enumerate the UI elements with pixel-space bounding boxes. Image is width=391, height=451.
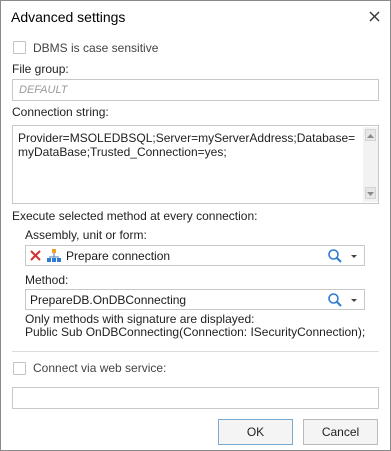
web-service-input[interactable] (12, 387, 379, 409)
red-x-icon (30, 250, 41, 261)
scroll-down-icon (367, 192, 374, 196)
assembly-search-button[interactable] (327, 248, 343, 264)
dialog-title: Advanced settings (11, 9, 126, 25)
unit-icon (46, 248, 62, 264)
search-icon (328, 293, 342, 307)
clear-assembly-button[interactable] (29, 249, 43, 263)
cancel-button[interactable]: Cancel (303, 419, 378, 445)
file-group-input[interactable]: DEFAULT (12, 79, 379, 101)
connection-string-text: Provider=MSOLEDBSQL;Server=myServerAddre… (18, 131, 356, 159)
method-hint-line2: Public Sub OnDBConnecting(Connection: IS… (25, 325, 366, 339)
connection-string-textarea[interactable]: Provider=MSOLEDBSQL;Server=myServerAddre… (12, 125, 379, 204)
dbms-case-checkbox[interactable] (13, 41, 26, 54)
chevron-down-icon (351, 299, 357, 302)
ok-button[interactable]: OK (218, 419, 293, 445)
method-value: PrepareDB.OnDBConnecting (30, 293, 187, 307)
scroll-up-button[interactable] (365, 129, 376, 141)
connection-scrollbar[interactable] (363, 127, 378, 202)
advanced-settings-dialog: Advanced settings DBMS is case sensitive… (0, 0, 391, 451)
method-dropdown-button[interactable] (347, 292, 361, 308)
search-icon (328, 249, 342, 263)
chevron-down-icon (351, 255, 357, 258)
method-label: Method: (25, 273, 69, 287)
method-search-button[interactable] (327, 292, 343, 308)
web-service-checkbox[interactable] (13, 362, 26, 375)
section-divider (12, 351, 379, 352)
assembly-value: Prepare connection (66, 249, 171, 263)
close-button[interactable] (367, 9, 383, 25)
method-hint-line1: Only methods with signature are displaye… (25, 312, 255, 326)
assembly-dropdown-button[interactable] (347, 248, 361, 264)
scroll-down-button[interactable] (365, 187, 376, 199)
close-icon (369, 11, 380, 22)
assembly-select[interactable]: Prepare connection (25, 245, 365, 266)
scroll-up-icon (367, 134, 374, 138)
assembly-label: Assembly, unit or form: (25, 228, 147, 242)
dbms-case-label: DBMS is case sensitive (33, 41, 159, 55)
file-group-placeholder: DEFAULT (19, 84, 68, 96)
file-group-label: File group: (12, 62, 69, 76)
connection-string-label: Connection string: (12, 105, 109, 119)
method-select[interactable]: PrepareDB.OnDBConnecting (25, 289, 365, 310)
execute-method-label: Execute selected method at every connect… (12, 209, 258, 223)
web-service-label: Connect via web service: (33, 361, 167, 375)
